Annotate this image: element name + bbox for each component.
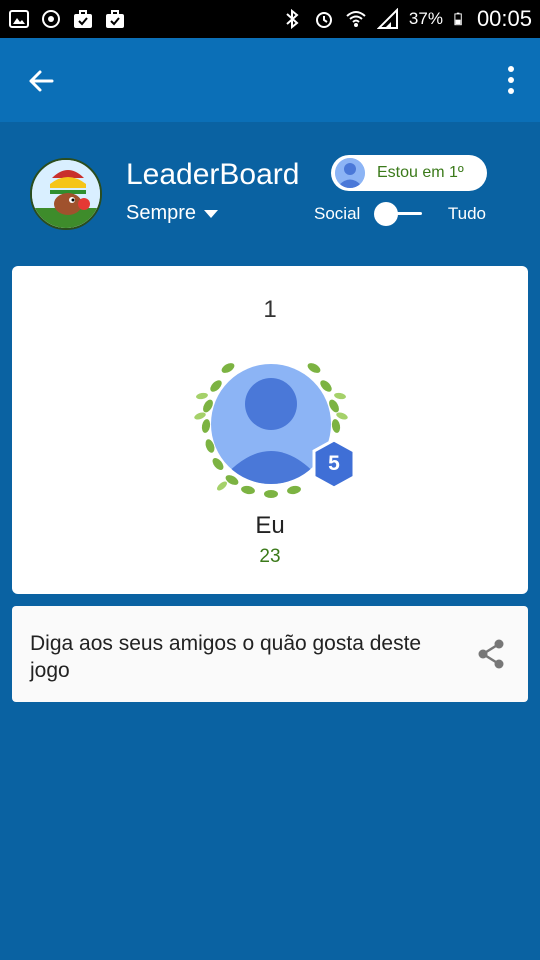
signal-icon <box>376 8 398 29</box>
share-prompt-text: Diga aos seus amigos o quão gosta deste … <box>30 632 422 682</box>
player-rank-card[interactable]: 1 5 Eu 23 <box>12 266 528 594</box>
briefcase-check-icon <box>74 10 92 28</box>
battery-icon <box>454 12 462 26</box>
level-badge: 5 <box>328 452 340 475</box>
rank-number: 1 <box>263 296 277 323</box>
time-filter-dropdown[interactable]: Sempre <box>126 202 219 225</box>
wifi-icon <box>346 11 366 27</box>
sync-icon <box>42 10 60 28</box>
clock: 00:05 <box>476 6 532 31</box>
more-vert-icon[interactable] <box>504 64 518 96</box>
game-logo <box>30 158 102 230</box>
share-card[interactable]: Diga aos seus amigos o quão gosta deste … <box>12 606 528 702</box>
switch-thumb <box>374 202 398 226</box>
bluetooth-icon <box>286 8 299 30</box>
time-filter-label: Sempre <box>126 202 197 224</box>
back-arrow-icon[interactable] <box>26 66 56 96</box>
alarm-icon <box>315 12 332 28</box>
social-all-switch[interactable] <box>374 202 424 226</box>
battery-percent: 37% <box>408 9 443 28</box>
leaderboard-header: LeaderBoard Sempre Estou em 1º Social Tu… <box>0 122 540 262</box>
my-rank-label: Estou em 1º <box>377 164 464 181</box>
toggle-label-all: Tudo <box>447 204 486 223</box>
scope-toggle-row: Social Tudo <box>314 202 494 226</box>
status-bar: 37% 00:05 <box>0 0 540 38</box>
briefcase-check-icon <box>106 10 124 28</box>
caret-down-icon <box>204 209 219 218</box>
app-bar <box>0 38 540 122</box>
share-icon[interactable] <box>476 638 506 670</box>
player-name: Eu <box>255 512 285 539</box>
player-avatar: 5 <box>186 346 356 506</box>
gallery-icon <box>9 10 29 28</box>
page-title: LeaderBoard <box>126 158 300 191</box>
my-rank-button[interactable]: Estou em 1º <box>331 155 487 191</box>
toggle-label-social: Social <box>314 204 361 223</box>
avatar <box>335 158 365 188</box>
player-score: 23 <box>259 546 281 567</box>
